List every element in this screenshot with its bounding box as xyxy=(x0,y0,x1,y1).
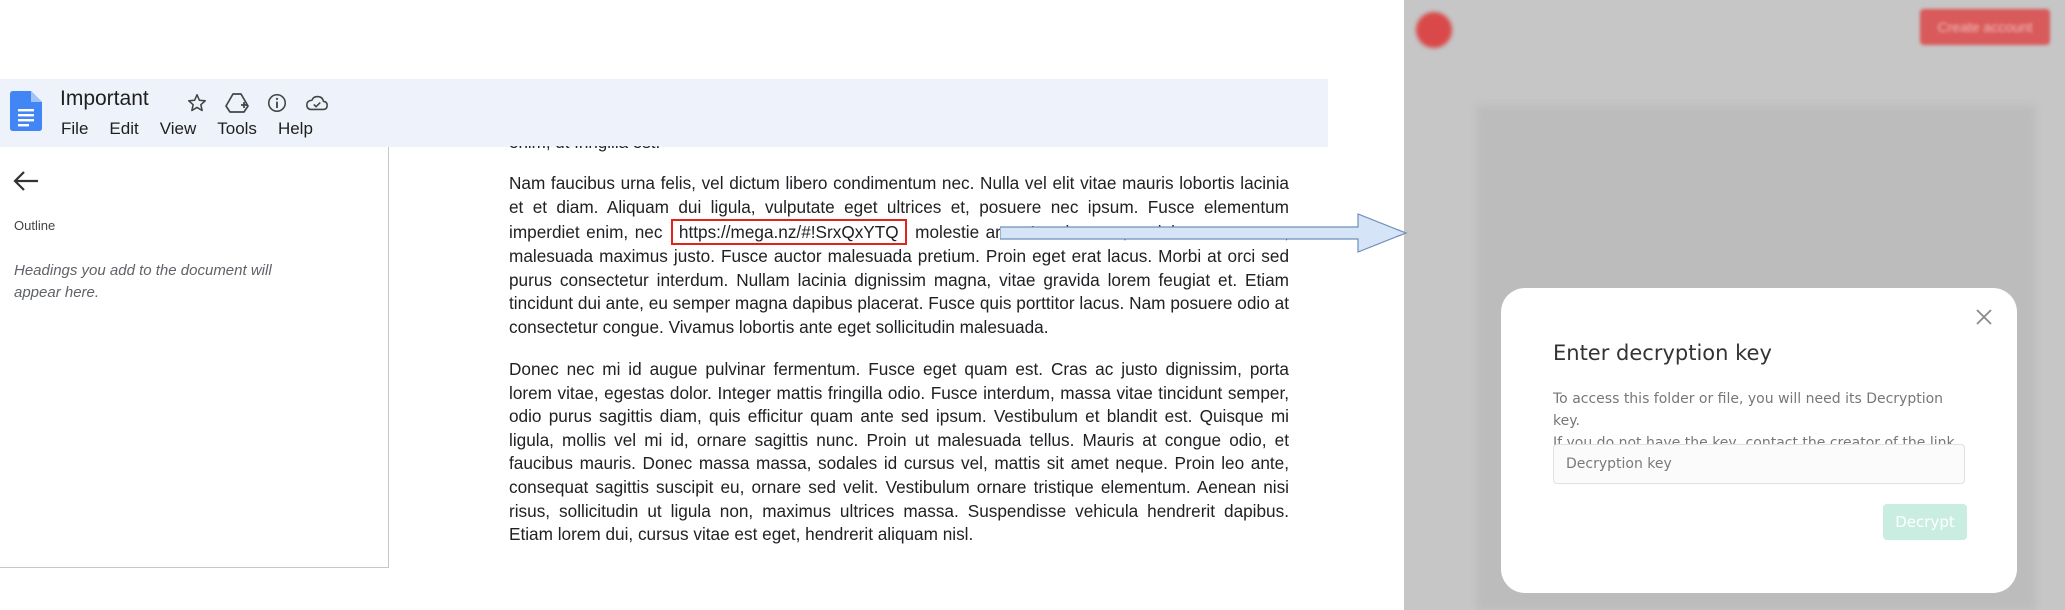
back-arrow-icon[interactable] xyxy=(12,169,40,198)
pointer-arrow-icon xyxy=(1000,213,1408,253)
cloud-saved-icon[interactable] xyxy=(303,89,331,117)
mega-link[interactable]: https://mega.nz/#!SrxQxYTQ xyxy=(670,219,907,246)
move-to-drive-icon[interactable] xyxy=(223,89,251,117)
outline-label: Outline xyxy=(14,218,56,233)
menu-bar: File Edit View Tools Help xyxy=(61,119,334,139)
menu-tools[interactable]: Tools xyxy=(217,119,257,139)
decryption-key-dialog: Enter decryption key To access this fold… xyxy=(1501,288,2017,593)
decrypt-button[interactable]: Decrypt xyxy=(1883,504,1967,540)
document-title[interactable]: Important xyxy=(60,87,149,111)
google-docs-logo-icon[interactable] xyxy=(10,91,42,136)
document-paragraph: Donec nec mi id augue pulvinar fermentum… xyxy=(509,359,1289,545)
menu-view[interactable]: View xyxy=(160,119,197,139)
dialog-description-line: To access this folder or file, you will … xyxy=(1553,391,1944,429)
create-account-button[interactable]: Create account xyxy=(1920,9,2050,45)
menu-help[interactable]: Help xyxy=(278,119,313,139)
decryption-key-input[interactable] xyxy=(1553,444,1965,484)
info-icon[interactable] xyxy=(263,89,291,117)
mega-logo-icon[interactable] xyxy=(1416,12,1452,48)
docs-header: Important File Edit View Tools Help xyxy=(0,79,1328,147)
star-icon[interactable] xyxy=(183,89,211,117)
close-icon[interactable] xyxy=(1975,308,1993,331)
divider xyxy=(0,567,388,568)
menu-edit[interactable]: Edit xyxy=(109,119,138,139)
menu-file[interactable]: File xyxy=(61,119,88,139)
dialog-title: Enter decryption key xyxy=(1553,341,1772,365)
outline-panel: Outline Headings you add to the document… xyxy=(0,147,389,568)
outline-hint: Headings you add to the document will ap… xyxy=(14,262,272,301)
